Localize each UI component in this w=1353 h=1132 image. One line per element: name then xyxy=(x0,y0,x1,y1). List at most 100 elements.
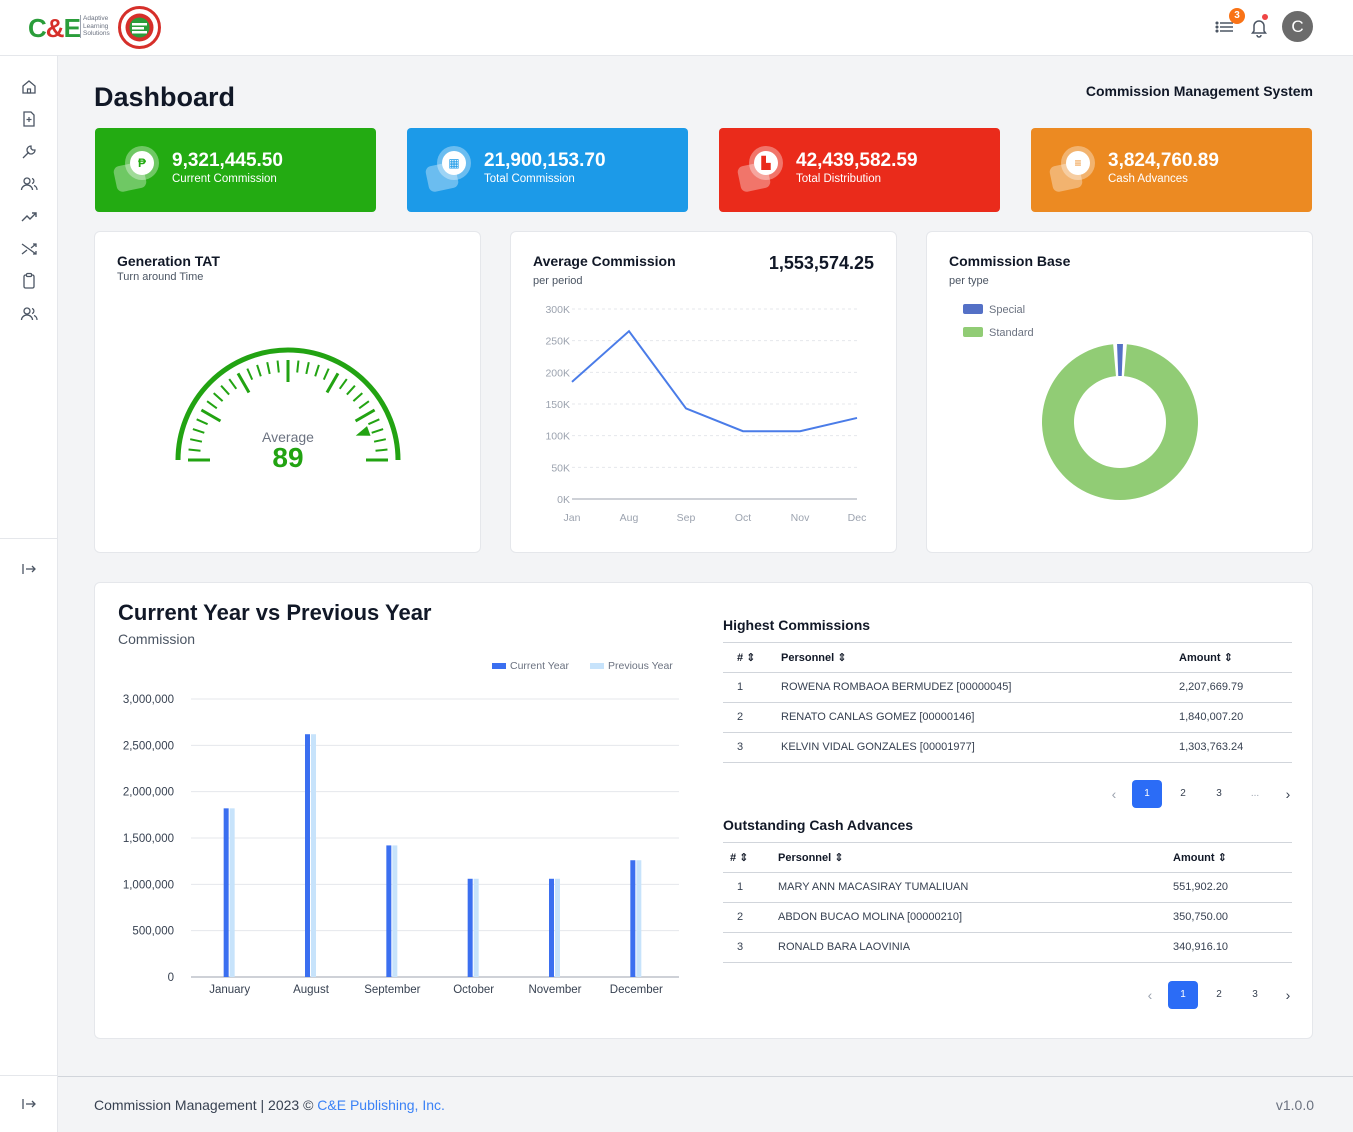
row-number: 2 xyxy=(737,911,744,923)
pagination-prev-button[interactable]: ‹ xyxy=(1135,981,1165,1009)
pagination-page-1[interactable]: 1 xyxy=(1132,780,1162,808)
gauge-tick xyxy=(192,428,205,434)
stat-value: 3,824,760.89 xyxy=(1108,150,1219,171)
row-amount: 1,840,007.20 xyxy=(1179,711,1244,723)
sidebar-divider xyxy=(0,1075,58,1076)
x-tick-label: January xyxy=(209,984,250,996)
stat-label: Total Distribution xyxy=(796,173,882,185)
column-header-number[interactable]: # ⇕ xyxy=(730,851,748,864)
current-vs-previous-card: Current Year vs Previous Year Commission… xyxy=(94,582,1313,1039)
users-icon[interactable] xyxy=(20,175,38,193)
y-tick-label: 2,500,000 xyxy=(123,740,174,752)
bar-previous-year xyxy=(311,734,316,977)
card-title: Current Year vs Previous Year xyxy=(118,600,432,625)
footer: Commission Management | 2023 © C&E Publi… xyxy=(58,1076,1353,1132)
pagination-page-3[interactable]: 3 xyxy=(1240,981,1270,1009)
column-header-personnel[interactable]: Personnel ⇕ xyxy=(778,851,843,864)
team-icon[interactable] xyxy=(20,305,38,323)
legend-swatch xyxy=(492,663,506,669)
row-amount: 2,207,669.79 xyxy=(1179,681,1244,693)
pagination-page-1[interactable]: 1 xyxy=(1168,981,1198,1009)
footer-text: Commission Management | 2023 © C&E Publi… xyxy=(94,1097,445,1113)
stat-card-total-commission[interactable]: ▦ 21,900,153.70 Total Commission xyxy=(407,128,688,212)
card-subtitle: per type xyxy=(949,275,989,287)
shuffle-icon[interactable] xyxy=(20,240,38,258)
notification-badge: 3 xyxy=(1229,8,1245,24)
legend-label: Special xyxy=(989,304,1025,316)
gauge-tick xyxy=(375,448,388,452)
home-icon[interactable] xyxy=(20,78,38,96)
gauge-tick xyxy=(228,378,238,390)
stat-card-current-commission[interactable]: ₱ 9,321,445.50 Current Commission xyxy=(95,128,376,212)
gauge-tick xyxy=(314,364,320,377)
gauge-tick xyxy=(246,368,254,381)
card-title: Commission Base xyxy=(949,253,1071,269)
pagination-prev-button[interactable]: ‹ xyxy=(1099,780,1129,808)
bar-previous-year xyxy=(555,878,560,977)
avatar[interactable]: C xyxy=(1282,11,1313,42)
logo[interactable]: C&E xyxy=(28,13,81,44)
x-tick-label: Aug xyxy=(620,512,639,524)
pagination-next-button[interactable]: › xyxy=(1273,780,1303,808)
stat-icon-ring: ▙ xyxy=(749,146,783,180)
highest-commissions-title: Highest Commissions xyxy=(723,617,871,633)
average-commission-total: 1,553,574.25 xyxy=(768,253,874,273)
y-tick-label: 0K xyxy=(557,494,570,506)
expand-sidebar-icon[interactable] xyxy=(20,560,38,578)
stat-label: Current Commission xyxy=(172,173,277,185)
row-amount: 340,916.10 xyxy=(1173,941,1229,953)
column-header-number[interactable]: # ⇕ xyxy=(737,651,755,664)
footer-company-link[interactable]: C&E Publishing, Inc. xyxy=(317,1097,445,1113)
top-bar: C&E Adaptive Learning Solutions 3 C xyxy=(0,0,1353,56)
logo-subtitle: Adaptive Learning Solutions xyxy=(80,15,110,38)
pagination-next-button[interactable]: › xyxy=(1273,981,1303,1009)
stat-card-cash-advances[interactable]: ≡ 3,824,760.89 Cash Advances xyxy=(1031,128,1312,212)
bar-previous-year xyxy=(473,878,479,977)
column-header-amount[interactable]: Amount ⇕ xyxy=(1179,651,1233,664)
row-personnel: RONALD BARA LAOVINIA xyxy=(778,941,911,953)
x-tick-label: November xyxy=(528,984,581,996)
y-tick-label: 150K xyxy=(545,399,570,411)
table-divider xyxy=(723,962,1292,963)
logout-icon[interactable] xyxy=(20,1095,38,1113)
pagination-page-2[interactable]: 2 xyxy=(1204,981,1234,1009)
pagination-page-3[interactable]: 3 xyxy=(1204,780,1234,808)
y-tick-label: 250K xyxy=(545,336,570,348)
card-title: Generation TAT xyxy=(117,253,220,269)
commission-base-donut-chart: Special Standard xyxy=(963,304,1198,500)
column-header-personnel[interactable]: Personnel ⇕ xyxy=(781,651,846,664)
column-header-amount[interactable]: Amount ⇕ xyxy=(1173,851,1227,864)
row-personnel: ABDON BUCAO MOLINA [00000210] xyxy=(778,911,963,923)
page-subtitle: Commission Management System xyxy=(1085,83,1313,99)
stat-value: 21,900,153.70 xyxy=(484,150,606,171)
row-personnel: KELVIN VIDAL GONZALES [00001977] xyxy=(781,741,975,753)
pagination-ellipsis[interactable]: ... xyxy=(1240,780,1270,808)
legend-label: Standard xyxy=(989,327,1034,339)
stat-card-total-distribution[interactable]: ▙ 42,439,582.59 Total Distribution xyxy=(719,128,1000,212)
gauge-tick xyxy=(338,378,348,390)
bell-alert-dot xyxy=(1262,14,1268,20)
clipboard-icon[interactable] xyxy=(20,272,38,290)
y-tick-label: 100K xyxy=(545,431,570,443)
bar-current-year xyxy=(386,845,392,977)
gauge-tick xyxy=(305,361,310,375)
document-icon[interactable] xyxy=(20,110,38,128)
gauge-tick xyxy=(322,368,330,381)
gauge-tick xyxy=(206,400,218,410)
stat-icon-ring: ₱ xyxy=(125,146,159,180)
bar-current-year xyxy=(467,878,473,977)
card-subtitle: Commission xyxy=(118,631,196,647)
calendar-icon: ▦ xyxy=(442,151,466,175)
table-divider xyxy=(723,732,1292,733)
gauge-tick xyxy=(354,408,376,423)
wrench-icon[interactable] xyxy=(20,143,38,161)
bar-previous-year xyxy=(229,808,235,977)
gauge-tick xyxy=(296,360,300,373)
table-divider xyxy=(723,932,1292,933)
y-tick-label: 1,500,000 xyxy=(123,833,174,845)
peso-icon: ₱ xyxy=(130,151,154,175)
pagination-page-2[interactable]: 2 xyxy=(1168,780,1198,808)
trending-up-icon[interactable] xyxy=(20,208,38,226)
y-tick-label: 1,000,000 xyxy=(123,879,174,891)
legend-label: Current Year xyxy=(510,660,569,672)
